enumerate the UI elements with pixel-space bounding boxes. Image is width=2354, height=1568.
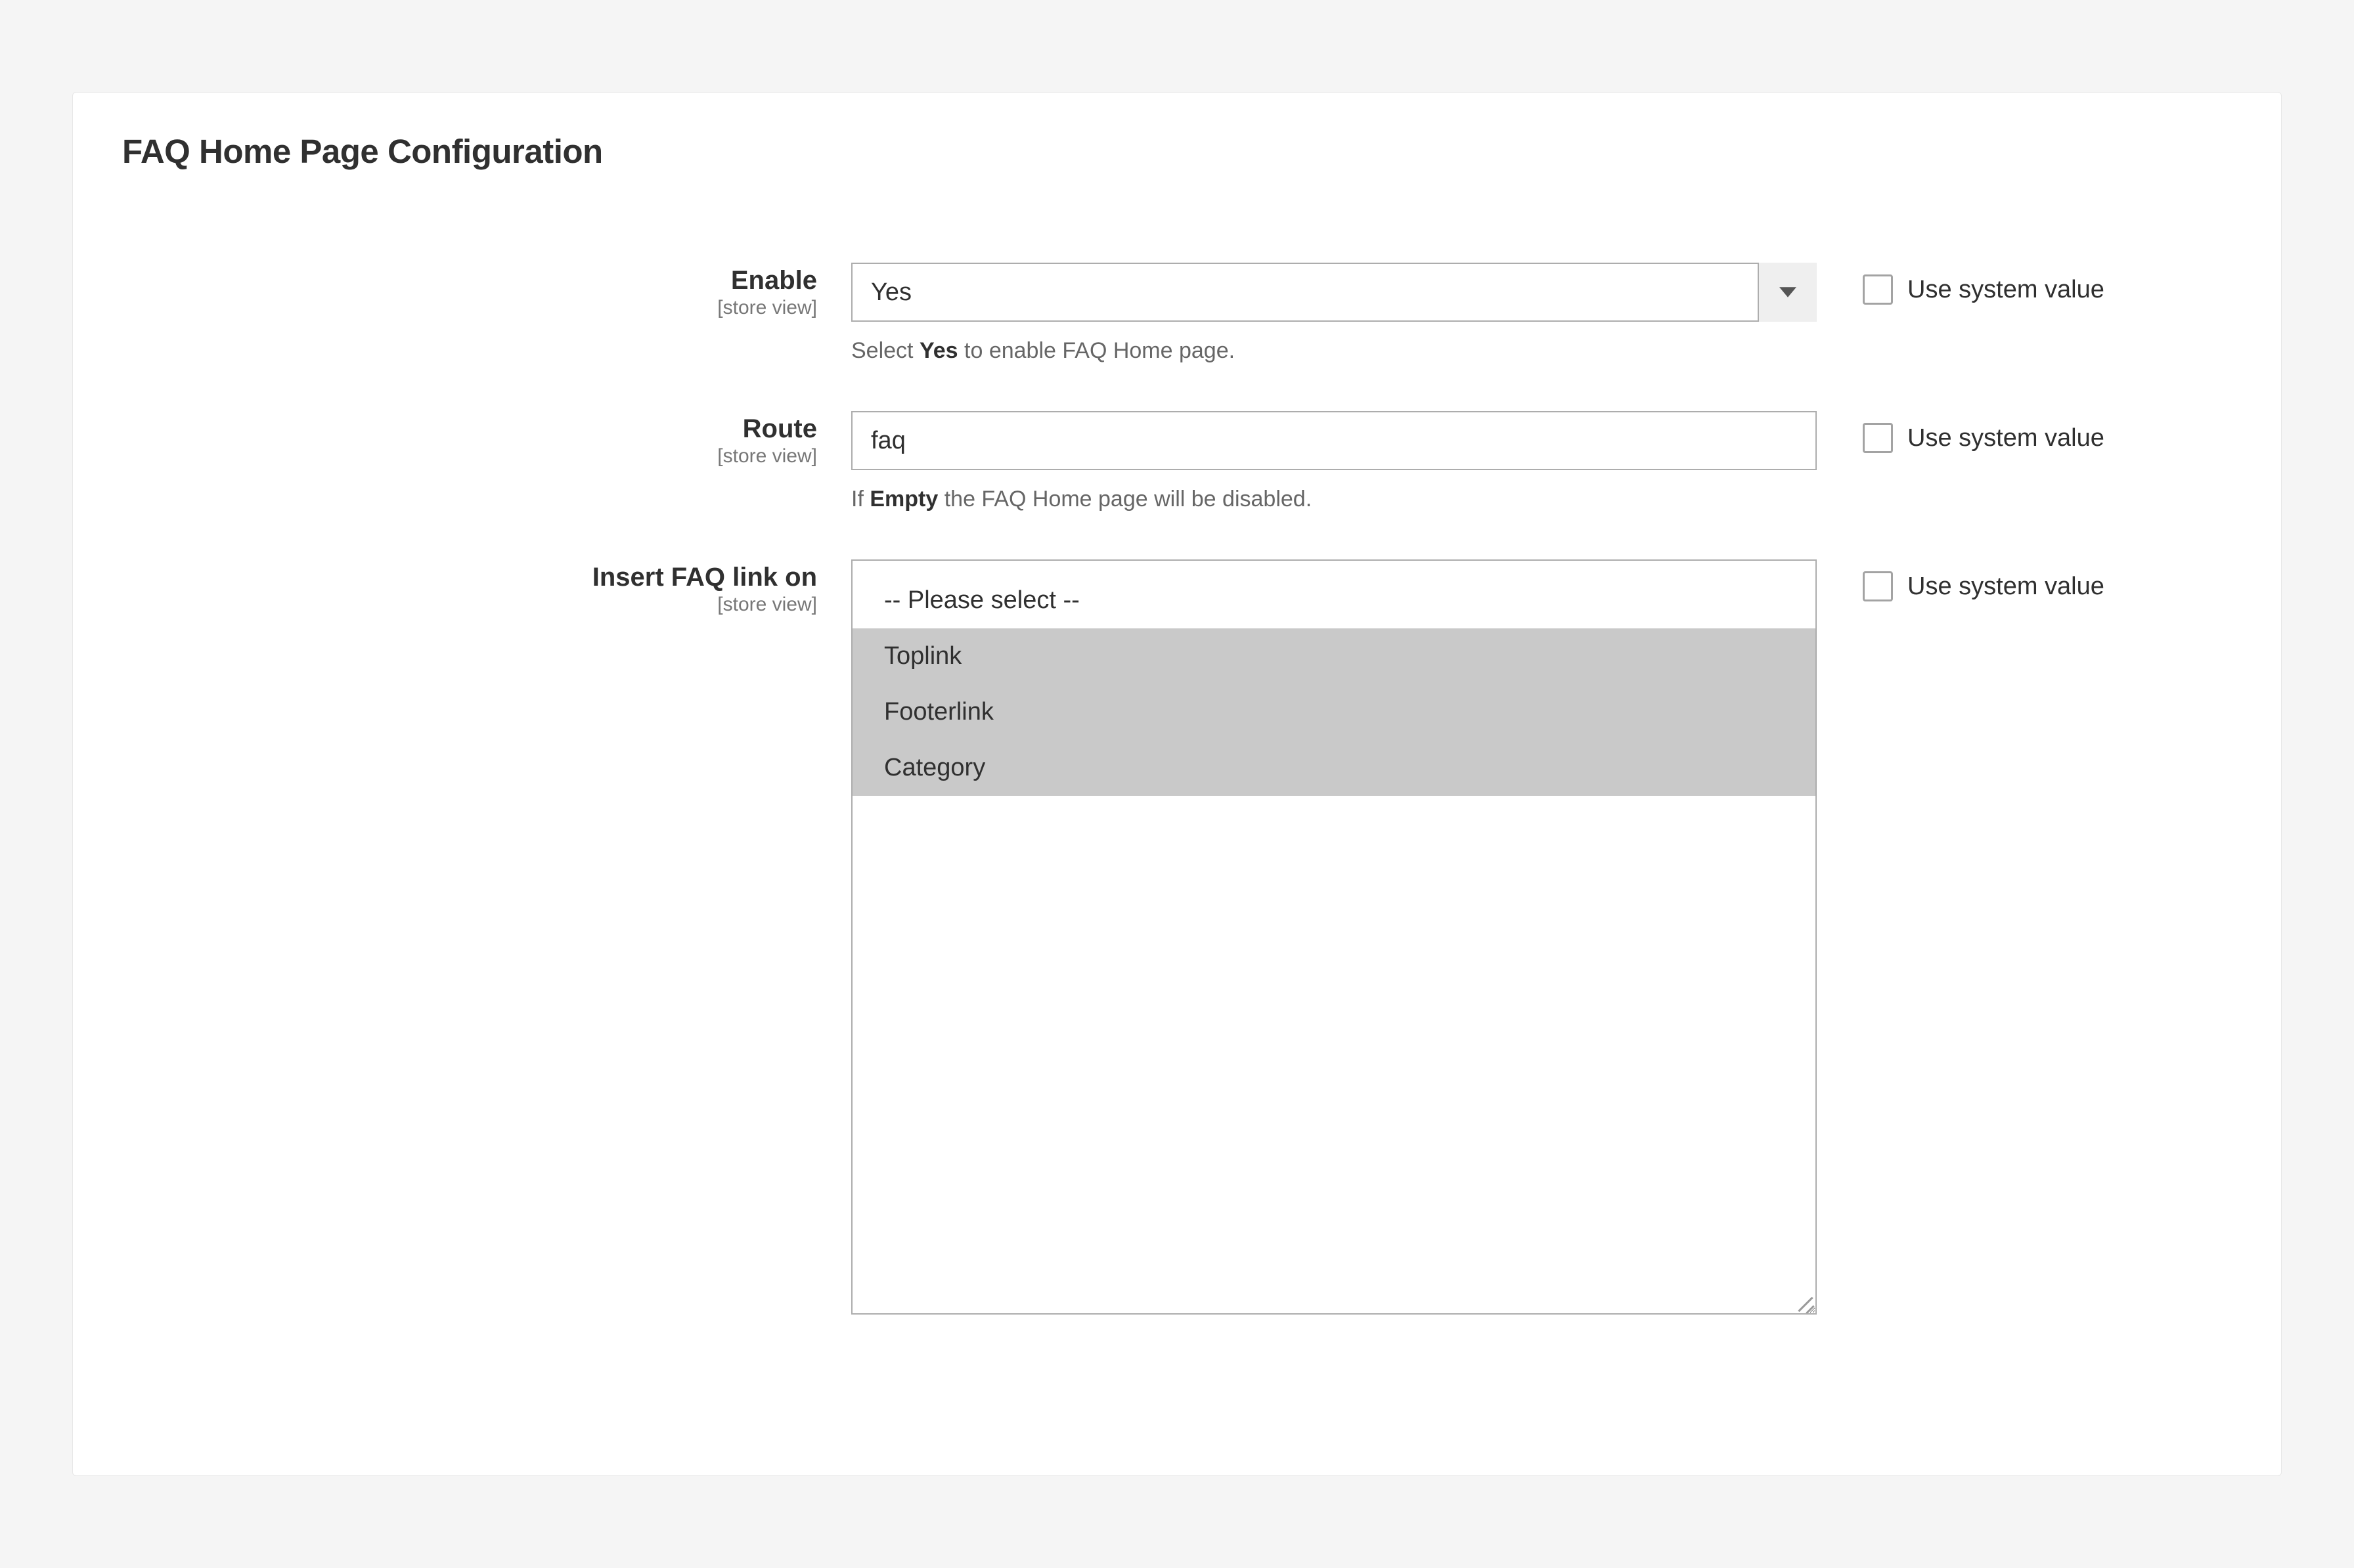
multiselect-option[interactable]: -- Please select -- — [853, 573, 1815, 628]
enable-scope: [store view] — [122, 297, 817, 319]
route-label: Route — [122, 415, 817, 443]
help-pre: Select — [851, 338, 920, 363]
insert-link-use-system-checkbox[interactable] — [1863, 571, 1893, 601]
route-help: If Empty the FAQ Home page will be disab… — [851, 485, 1817, 513]
label-col: Enable [store view] — [122, 263, 851, 319]
use-col: Use system value — [1817, 263, 2104, 305]
resize-handle-icon — [1792, 1290, 1814, 1312]
insert-link-multiselect[interactable]: -- Please select --ToplinkFooterlinkCate… — [851, 559, 1817, 1315]
insert-link-use-system-label[interactable]: Use system value — [1907, 573, 2104, 601]
row-route: Route [store view] If Empty the FAQ Home… — [122, 411, 2232, 513]
route-scope: [store view] — [122, 445, 817, 468]
enable-label: Enable — [122, 267, 817, 294]
help-post: to enable FAQ Home page. — [958, 338, 1235, 363]
multiselect-option[interactable]: Toplink — [853, 628, 1815, 684]
control-col: Yes Select Yes to enable FAQ Home page. — [851, 263, 1817, 365]
route-input[interactable] — [851, 411, 1817, 470]
row-insert-link: Insert FAQ link on [store view] -- Pleas… — [122, 559, 2232, 1315]
use-col: Use system value — [1817, 559, 2104, 601]
insert-link-label: Insert FAQ link on — [122, 563, 817, 591]
use-col: Use system value — [1817, 411, 2104, 453]
route-use-system-label[interactable]: Use system value — [1907, 424, 2104, 452]
enable-select[interactable]: Yes — [851, 263, 1817, 322]
control-col: If Empty the FAQ Home page will be disab… — [851, 411, 1817, 513]
enable-select-wrap: Yes — [851, 263, 1817, 322]
help-pre: If — [851, 487, 870, 512]
help-bold: Empty — [870, 487, 938, 512]
label-col: Route [store view] — [122, 411, 851, 468]
route-use-system-checkbox[interactable] — [1863, 423, 1893, 453]
enable-help: Select Yes to enable FAQ Home page. — [851, 336, 1817, 365]
enable-use-system-label[interactable]: Use system value — [1907, 276, 2104, 304]
multiselect-option[interactable]: Category — [853, 740, 1815, 796]
chevron-down-icon[interactable] — [1758, 263, 1817, 322]
insert-link-scope: [store view] — [122, 594, 817, 616]
config-panel: FAQ Home Page Configuration Enable [stor… — [72, 92, 2282, 1476]
enable-use-system-checkbox[interactable] — [1863, 274, 1893, 305]
help-post: the FAQ Home page will be disabled. — [938, 487, 1312, 512]
row-enable: Enable [store view] Yes Select Yes to en… — [122, 263, 2232, 365]
label-col: Insert FAQ link on [store view] — [122, 559, 851, 616]
help-bold: Yes — [920, 338, 958, 363]
multiselect-option[interactable]: Footerlink — [853, 684, 1815, 740]
control-col: -- Please select --ToplinkFooterlinkCate… — [851, 559, 1817, 1315]
panel-title: FAQ Home Page Configuration — [122, 132, 2232, 171]
